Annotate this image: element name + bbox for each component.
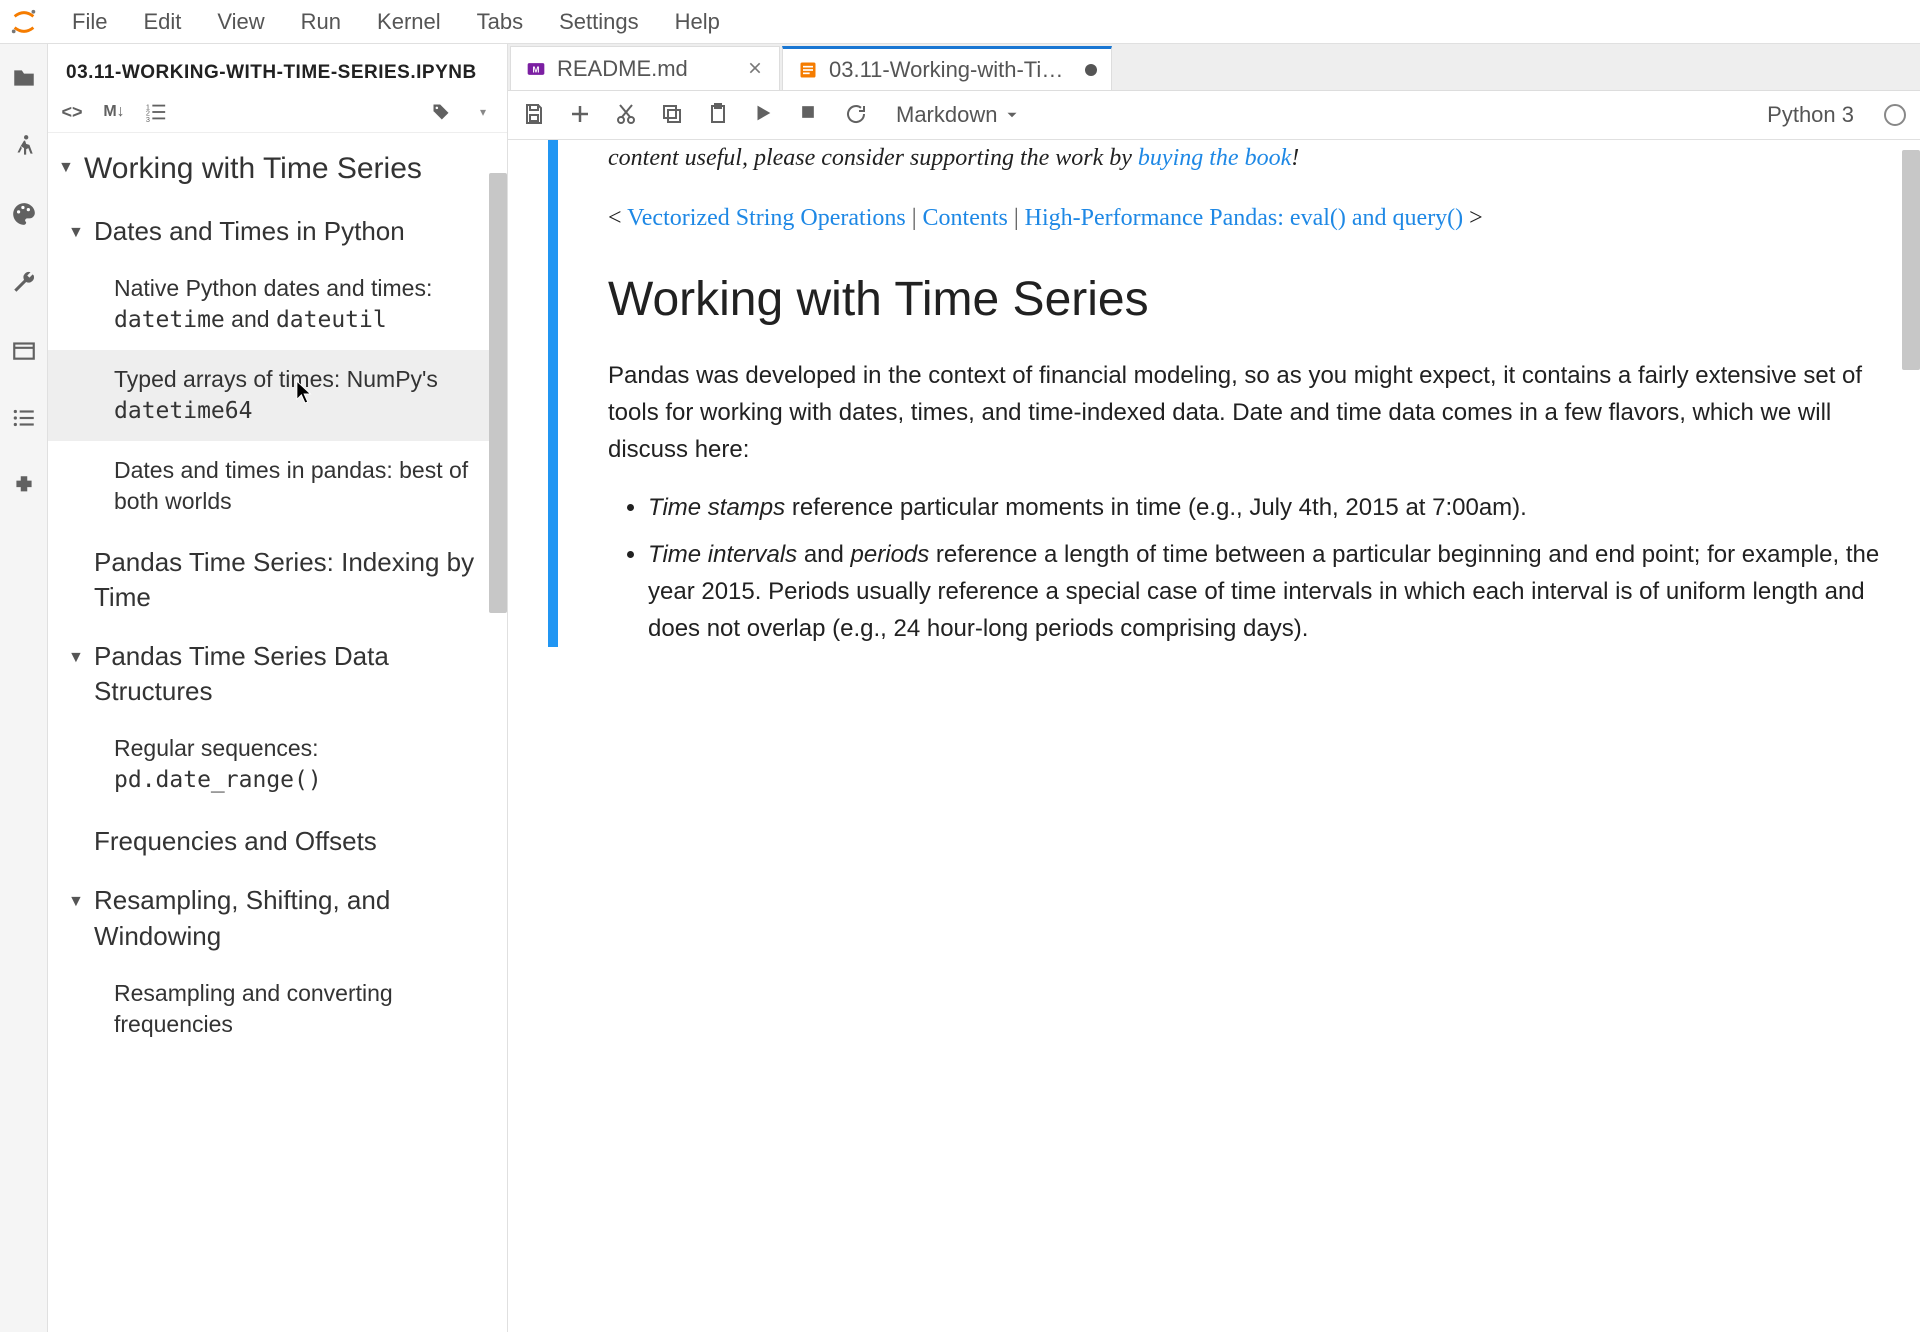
activity-bar xyxy=(0,44,48,1332)
cut-icon[interactable] xyxy=(614,102,640,128)
bullet-list: Time stamps reference particular moments… xyxy=(608,489,1880,648)
svg-text:M: M xyxy=(533,64,540,74)
menu-settings[interactable]: Settings xyxy=(541,3,657,41)
toc-title: 03.11-WORKING-WITH-TIME-SERIES.IPYNB xyxy=(48,44,507,92)
toc-item-label: Pandas Time Series Data Structures xyxy=(94,639,497,709)
contents-link[interactable]: Contents xyxy=(923,205,1008,231)
toc-item[interactable]: Regular sequences: pd.date_range() xyxy=(48,719,507,810)
toc-body[interactable]: ▼Working with Time Series▼Dates and Time… xyxy=(48,133,507,1332)
collapse-code-icon[interactable]: <> xyxy=(60,100,84,124)
chevron-down-icon xyxy=(1003,106,1021,124)
chevron-left-icon: < xyxy=(608,205,627,231)
caret-down-icon[interactable]: ▼ xyxy=(68,647,94,669)
unsaved-dot-icon xyxy=(1085,64,1097,76)
menu-file[interactable]: File xyxy=(54,3,125,41)
toc-item-label: Typed arrays of times: NumPy's datetime6… xyxy=(114,364,497,427)
menu-tabs[interactable]: Tabs xyxy=(459,3,541,41)
folder-icon[interactable] xyxy=(10,64,38,92)
restart-icon[interactable] xyxy=(844,102,870,128)
toc-item-label: Dates and times in pandas: best of both … xyxy=(114,455,497,517)
toc-panel: 03.11-WORKING-WITH-TIME-SERIES.IPYNB <> … xyxy=(48,44,508,1332)
tab-bar: M README.md 03.11-Working-with-Time-Se xyxy=(508,44,1920,90)
buy-book-link[interactable]: buying the book xyxy=(1138,145,1291,171)
chevron-right-icon: > xyxy=(1469,205,1483,231)
toc-item-label: Resampling and converting frequencies xyxy=(114,978,497,1040)
menu-kernel[interactable]: Kernel xyxy=(359,3,459,41)
tab-label: 03.11-Working-with-Time-Se xyxy=(829,57,1075,83)
cell-type-select[interactable]: Markdown xyxy=(890,100,1027,130)
toc-item-label: Pandas Time Series: Indexing by Time xyxy=(94,545,497,615)
toc-icon[interactable] xyxy=(10,404,38,432)
toc-item-label: Native Python dates and times: datetime … xyxy=(114,273,497,336)
caret-down-icon[interactable]: ▼ xyxy=(68,222,94,244)
toc-item-label: Dates and Times in Python xyxy=(94,214,405,249)
markdown-icon: M xyxy=(525,58,547,80)
toc-toolbar: <> M↓ 123 ▾ xyxy=(48,92,507,133)
prev-link[interactable]: Vectorized String Operations xyxy=(627,205,906,231)
toc-item[interactable]: Frequencies and Offsets xyxy=(48,810,507,869)
save-icon[interactable] xyxy=(522,102,548,128)
collapse-md-icon[interactable]: M↓ xyxy=(102,100,126,124)
wrench-icon[interactable] xyxy=(10,268,38,296)
toc-item-label: Frequencies and Offsets xyxy=(94,824,377,859)
toc-item[interactable]: Dates and times in pandas: best of both … xyxy=(48,441,507,531)
run-icon[interactable] xyxy=(752,102,778,128)
menu-view[interactable]: View xyxy=(199,3,282,41)
add-cell-icon[interactable] xyxy=(568,102,594,128)
toc-item[interactable]: ▼Working with Time Series xyxy=(48,133,507,200)
jupyter-logo xyxy=(8,6,40,38)
intro-paragraph: Pandas was developed in the context of f… xyxy=(608,357,1880,469)
intro-text: content useful, please consider supporti… xyxy=(608,140,1880,176)
menu-run[interactable]: Run xyxy=(283,3,359,41)
menu-help[interactable]: Help xyxy=(657,3,738,41)
scrollbar-thumb[interactable] xyxy=(489,173,507,613)
scrollbar-thumb[interactable] xyxy=(1902,150,1920,370)
toc-item-label: Resampling, Shifting, and Windowing xyxy=(94,883,497,953)
open-tabs-icon[interactable] xyxy=(10,336,38,364)
cell-type-label: Markdown xyxy=(896,102,997,128)
markdown-cell[interactable]: content useful, please consider supporti… xyxy=(548,140,1880,647)
notebook-toolbar: Markdown Python 3 xyxy=(508,90,1920,140)
toc-item[interactable]: ▼Dates and Times in Python xyxy=(48,200,507,259)
menu-edit[interactable]: Edit xyxy=(125,3,199,41)
cell-active-bar xyxy=(548,140,558,647)
toc-item[interactable]: Typed arrays of times: NumPy's datetime6… xyxy=(48,350,507,441)
menu-bar: File Edit View Run Kernel Tabs Settings … xyxy=(0,0,1920,44)
toc-item-label: Working with Time Series xyxy=(84,149,422,190)
caret-down-icon[interactable]: ▼ xyxy=(58,157,84,179)
kernel-indicator[interactable] xyxy=(1884,104,1906,126)
palette-icon[interactable] xyxy=(10,200,38,228)
numbering-icon[interactable]: 123 xyxy=(144,100,168,124)
running-icon[interactable] xyxy=(10,132,38,160)
tag-icon[interactable] xyxy=(429,100,453,124)
next-link[interactable]: High-Performance Pandas: eval() and quer… xyxy=(1025,205,1464,231)
toc-item[interactable]: ▼Resampling, Shifting, and Windowing xyxy=(48,869,507,963)
nav-links: < Vectorized String Operations | Content… xyxy=(608,200,1880,236)
toc-item[interactable]: Resampling and converting frequencies xyxy=(48,964,507,1054)
list-item: Time stamps reference particular moments… xyxy=(648,489,1880,526)
toc-item-label: Regular sequences: pd.date_range() xyxy=(114,733,497,796)
document-tab[interactable]: M README.md xyxy=(510,46,780,90)
toc-item[interactable]: ▼Pandas Time Series Data Structures xyxy=(48,625,507,719)
toc-item[interactable]: Native Python dates and times: datetime … xyxy=(48,259,507,350)
paste-icon[interactable] xyxy=(706,102,732,128)
editor-area: M README.md 03.11-Working-with-Time-Se Mar… xyxy=(508,44,1920,1332)
caret-down-icon[interactable]: ▼ xyxy=(68,891,94,913)
notebook-content[interactable]: content useful, please consider supporti… xyxy=(508,140,1920,1332)
kernel-name[interactable]: Python 3 xyxy=(1767,102,1854,128)
notebook-h1: Working with Time Series xyxy=(608,272,1880,327)
close-icon[interactable] xyxy=(747,60,765,78)
tag-caret-icon[interactable]: ▾ xyxy=(471,100,495,124)
notebook-icon xyxy=(797,59,819,81)
copy-icon[interactable] xyxy=(660,102,686,128)
list-item: Time intervals and periods reference a l… xyxy=(648,536,1880,648)
extensions-icon[interactable] xyxy=(10,472,38,500)
toc-item[interactable]: Pandas Time Series: Indexing by Time xyxy=(48,531,507,625)
svg-text:3: 3 xyxy=(146,115,150,123)
stop-icon[interactable] xyxy=(798,102,824,128)
document-tab[interactable]: 03.11-Working-with-Time-Se xyxy=(782,46,1112,90)
tab-label: README.md xyxy=(557,56,737,82)
